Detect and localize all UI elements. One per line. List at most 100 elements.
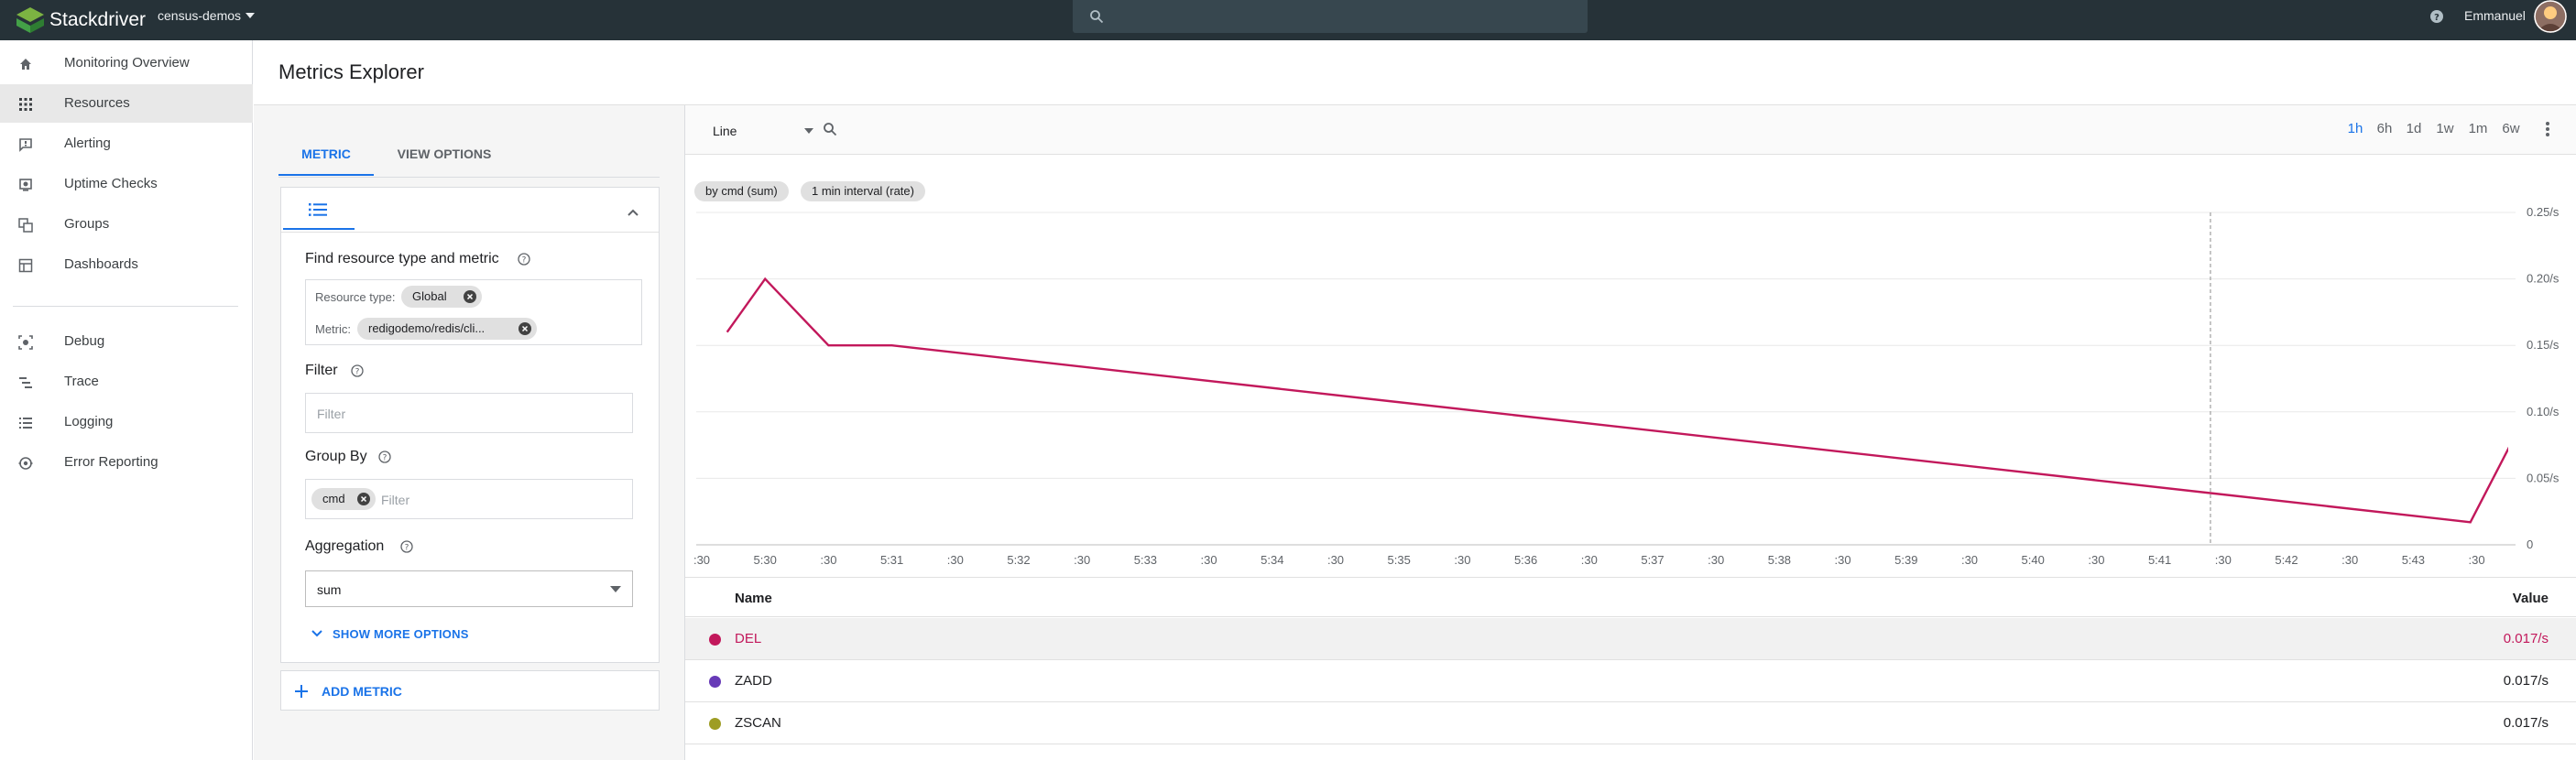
svg-text:?: ? [355, 368, 360, 377]
zoom-search-icon[interactable] [823, 122, 837, 136]
resource-metric-selector[interactable]: Resource type: Global Metric: redigodemo… [305, 279, 642, 345]
sidebar-item-debug[interactable]: Debug [0, 322, 253, 361]
avatar[interactable] [2534, 0, 2567, 33]
sidebar-item-error-reporting[interactable]: Error Reporting [0, 443, 253, 482]
user-name[interactable]: Emmanuel [2464, 7, 2526, 24]
aggregation-select[interactable]: sum [305, 570, 633, 607]
sidebar-item-groups[interactable]: Groups [0, 205, 253, 244]
aggregation-title: Aggregation [305, 538, 385, 554]
x-tick-label: 5:41 [2148, 553, 2171, 567]
sidebar-item-uptime-checks[interactable]: Uptime Checks [0, 165, 253, 203]
more-vert-icon[interactable] [2545, 120, 2550, 138]
x-tick-label: 5:35 [1388, 553, 1411, 567]
x-tick-label: 5:42 [2275, 553, 2298, 567]
range-6w-button[interactable]: 6w [2497, 118, 2525, 140]
x-tick-label: 5:30 [754, 553, 777, 567]
sidebar-item-trace[interactable]: Trace [0, 363, 253, 401]
x-tick-label: 5:37 [1641, 553, 1664, 567]
sidebar-item-resources[interactable]: Resources [0, 84, 253, 123]
range-6h-button[interactable]: 6h [2373, 118, 2396, 140]
stackdriver-logo-icon[interactable] [16, 7, 44, 33]
x-tick-label: 5:36 [1514, 553, 1537, 567]
chart-type-select[interactable]: Line [713, 120, 815, 142]
svg-text:?: ? [383, 454, 387, 463]
range-1m-button[interactable]: 1m [2464, 118, 2492, 140]
group-by-chip[interactable]: cmd [311, 488, 376, 510]
project-selector[interactable]: census-demos [158, 7, 241, 24]
sidebar-item-logging[interactable]: Logging [0, 403, 253, 441]
x-tick-label: :30 [1327, 553, 1344, 567]
search-input[interactable] [1115, 0, 1573, 33]
sidebar-item-dashboards[interactable]: Dashboards [0, 245, 253, 284]
chevron-down-icon[interactable] [244, 9, 257, 22]
sidebar-item-alerting[interactable]: Alerting [0, 125, 253, 163]
filter-field[interactable] [305, 393, 633, 433]
x-tick-label: 5:43 [2402, 553, 2425, 567]
chevron-up-icon[interactable] [628, 208, 639, 217]
help-icon[interactable]: ? [351, 364, 364, 377]
global-search[interactable] [1073, 0, 1588, 33]
sidebar-item-label: Groups [64, 216, 110, 232]
tab-view-options[interactable]: VIEW OPTIONS [385, 139, 504, 176]
table-row[interactable]: ZSCAN 0.017/s [685, 702, 2576, 744]
x-tick-label: :30 [1961, 553, 1978, 567]
sidebar-divider [13, 306, 238, 307]
y-tick-label: 0.25/s [2527, 205, 2560, 219]
tab-metric[interactable]: METRIC [278, 139, 374, 176]
sidebar-item-monitoring-overview[interactable]: Monitoring Overview [0, 44, 253, 82]
line-chart[interactable]: 0 0.05/s 0.10/s 0.15/s 0.20/s 0.25/s:30 5:30:3… [685, 156, 2576, 577]
y-tick-label: 0.15/s [2527, 338, 2560, 352]
svg-text:?: ? [405, 544, 409, 553]
range-1h-button[interactable]: 1h [2343, 118, 2367, 140]
metric-card: Find resource type and metric ? Resource… [280, 187, 660, 663]
y-tick-label: 0 [2527, 537, 2533, 551]
help-icon[interactable]: ? [518, 253, 530, 266]
metric-label: Metric: [315, 322, 351, 336]
sidebar-item-label: Uptime Checks [64, 176, 158, 191]
help-icon[interactable]: ? [400, 540, 413, 553]
x-tick-label: :30 [1074, 553, 1090, 567]
error-reporting-icon [18, 457, 33, 470]
add-metric-button[interactable]: ADD METRIC [280, 670, 660, 711]
x-tick-label: 5:38 [1768, 553, 1791, 567]
x-tick-label: 5:32 [1007, 553, 1030, 567]
chip-label: Global [412, 289, 447, 303]
help-icon[interactable]: ? [378, 451, 391, 463]
sidebar: Monitoring Overview Resources Alerting U… [0, 40, 253, 760]
range-1d-button[interactable]: 1d [2402, 118, 2426, 140]
series-name: DEL [735, 631, 762, 646]
close-icon[interactable] [357, 493, 370, 505]
plus-icon [295, 685, 308, 698]
resource-type-chip[interactable]: Global [401, 286, 482, 308]
table-row[interactable]: DEL 0.017/s [685, 618, 2576, 660]
table-row[interactable]: ZADD 0.017/s [685, 660, 2576, 702]
x-tick-label: :30 [1835, 553, 1851, 567]
series-color-dot [709, 718, 721, 730]
search-icon [1090, 10, 1104, 24]
metric-list-tab[interactable] [283, 190, 355, 230]
series-value: 0.017/s [2503, 715, 2549, 731]
close-icon[interactable] [518, 322, 531, 335]
range-1w-button[interactable]: 1w [2431, 118, 2459, 140]
trace-icon [19, 377, 32, 388]
debug-icon [18, 335, 33, 350]
x-tick-label: :30 [2469, 553, 2485, 567]
x-tick-label: 5:40 [2022, 553, 2045, 567]
series-name: ZSCAN [735, 715, 781, 731]
group-by-field[interactable]: cmd [305, 479, 633, 519]
y-tick-label: 0.20/s [2527, 272, 2560, 286]
help-icon[interactable]: ? [2429, 9, 2444, 24]
brand-name[interactable]: Stackdriver [49, 7, 146, 33]
close-icon[interactable] [464, 290, 476, 303]
metric-chip[interactable]: redigodemo/redis/cli... [357, 318, 537, 340]
sidebar-item-label: Error Reporting [64, 454, 158, 470]
page-title: Metrics Explorer [278, 60, 424, 83]
x-tick-label: :30 [2215, 553, 2232, 567]
series-color-dot [709, 634, 721, 646]
chip-label: redigodemo/redis/cli... [368, 321, 486, 335]
x-tick-label: :30 [820, 553, 836, 567]
filter-input[interactable] [317, 405, 592, 423]
x-tick-label: 5:33 [1134, 553, 1157, 567]
group-by-input[interactable] [381, 491, 619, 509]
x-tick-label: :30 [2088, 553, 2104, 567]
